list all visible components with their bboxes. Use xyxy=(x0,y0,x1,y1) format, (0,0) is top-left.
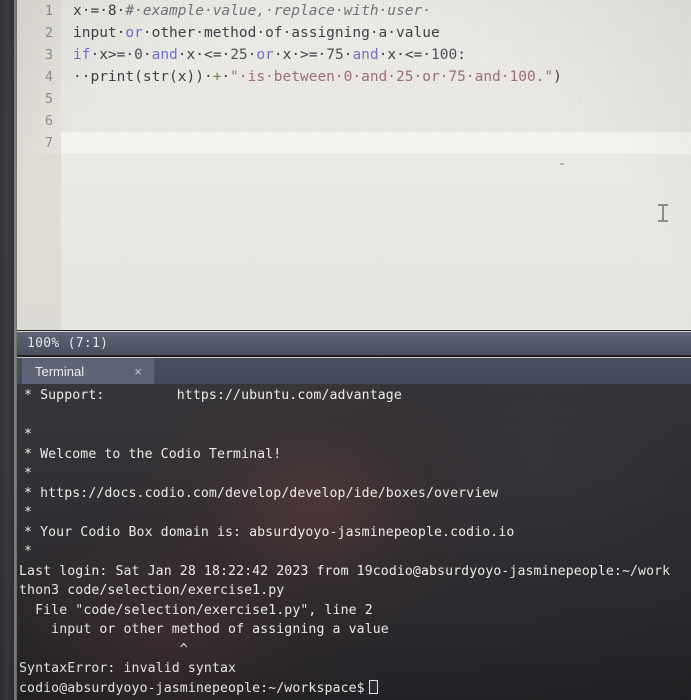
code-line[interactable]: 1 x·=·8·#·example·value,·replace·with·use… xyxy=(17,0,691,22)
text-ibeam-cursor xyxy=(658,203,668,223)
terminal-line: Last login: Sat Jan 28 18:22:42 2023 fro… xyxy=(19,563,671,579)
editor-surface[interactable]: 1 x·=·8·#·example·value,·replace·with·use… xyxy=(17,0,691,330)
screenshot-root: 1 x·=·8·#·example·value,·replace·with·use… xyxy=(0,0,691,700)
terminal-output-area[interactable]: * Support: https://ubuntu.com/advantage *… xyxy=(17,384,691,700)
terminal-line: * Your Codio Box domain is: absurdyoyo-j… xyxy=(24,524,515,540)
editor-empty-area[interactable] xyxy=(17,154,691,330)
terminal-line: * Support: https://ubuntu.com/advantage xyxy=(24,388,402,403)
code-token: #·example·value,·replace·with·user· xyxy=(125,3,431,19)
terminal-line: * xyxy=(24,427,33,442)
code-line[interactable]: 7 xyxy=(17,132,691,154)
code-token: input· xyxy=(73,25,126,41)
code-token: "·is·between·0·and·25·or·75·and·100." xyxy=(230,69,554,85)
line-number: 4 xyxy=(44,69,53,85)
terminal-tab-bar[interactable]: Terminal × xyxy=(17,357,691,385)
terminal-cursor xyxy=(368,679,378,694)
zoom-and-cursor-position: 100% (7:1) xyxy=(27,336,109,351)
terminal-line: * Welcome to the Codio Terminal! xyxy=(24,446,282,462)
terminal-lines: * Support: https://ubuntu.com/advantage *… xyxy=(17,384,691,698)
code-line-text: ··print(str(x))·+·"·is·between·0·and·25·… xyxy=(73,66,562,88)
terminal-prompt: codio@absurdyoyo-jasminepeople:~/workspa… xyxy=(19,680,365,696)
left-rail xyxy=(0,0,14,700)
code-token: · xyxy=(142,47,152,63)
code-token: 25 xyxy=(230,47,248,63)
code-token: and xyxy=(352,47,379,63)
code-token: ·x>=· xyxy=(90,47,135,63)
tab-terminal-label: Terminal xyxy=(35,364,85,379)
line-number: 6 xyxy=(44,113,53,129)
terminal-line: thon3 code/selection/exercise1.py xyxy=(19,583,285,598)
code-token: ·x·<=· xyxy=(177,47,231,63)
line-number: 3 xyxy=(44,47,53,63)
code-lines[interactable]: 1 x·=·8·#·example·value,·replace·with·use… xyxy=(17,0,691,154)
code-line[interactable]: 4 ··print(str(x))·+·"·is·between·0·and·25… xyxy=(17,66,691,88)
line-number: 2 xyxy=(44,25,53,41)
terminal-line: * xyxy=(24,544,33,559)
code-token: if xyxy=(73,47,91,63)
terminal-line: * https://docs.codio.com/develop/develop… xyxy=(24,485,499,501)
code-token: and xyxy=(151,47,178,63)
code-line[interactable]: 5 xyxy=(17,88,691,110)
code-line[interactable]: 6 xyxy=(17,110,691,132)
code-token: ··print(str(x))· xyxy=(73,69,213,85)
code-line-text: if·x>=·0·and·x·<=·25·or·x·>=·75·and·x·<=… xyxy=(73,44,466,66)
gutter-empty-area xyxy=(17,154,61,330)
code-token: ·x·>=· xyxy=(273,47,327,63)
code-token: : xyxy=(457,47,466,63)
line-number: 5 xyxy=(44,91,53,107)
editor-status-bar: 100% (7:1) xyxy=(17,331,691,355)
code-token: x·=·8· xyxy=(73,3,126,19)
code-token: or xyxy=(125,25,143,41)
terminal-line: File "code/selection/exercise1.py", line… xyxy=(19,602,373,618)
code-token: · xyxy=(221,69,231,85)
close-icon[interactable]: × xyxy=(134,364,154,379)
left-rail-divider xyxy=(14,0,17,700)
code-line-text: x·=·8·#·example·value,·replace·with·user… xyxy=(73,0,431,22)
code-token: ·x·<=· xyxy=(378,47,432,63)
code-line-text: input·or·other·method·of·assigning·a·val… xyxy=(73,22,440,44)
code-token: or xyxy=(256,47,274,63)
code-editor[interactable]: 1 x·=·8·#·example·value,·replace·with·use… xyxy=(17,0,691,330)
code-token: 0 xyxy=(134,47,143,63)
code-token: ·other·method·of·assigning·a·value xyxy=(142,25,440,41)
code-line[interactable]: 2 input·or·other·method·of·assigning·a·va… xyxy=(17,22,691,44)
tab-terminal[interactable]: Terminal × xyxy=(22,358,154,385)
line-number: 1 xyxy=(44,3,53,19)
code-token: ) xyxy=(553,69,562,85)
terminal-prompt-line[interactable]: codio@absurdyoyo-jasminepeople:~/workspa… xyxy=(17,679,691,699)
line-number: 7 xyxy=(44,135,53,151)
terminal-line: input or other method of assigning a val… xyxy=(19,622,389,637)
terminal-line: * xyxy=(24,466,33,481)
terminal-line: * xyxy=(24,505,33,520)
code-token: 100 xyxy=(431,47,458,63)
screen-dust-speck xyxy=(560,163,564,165)
terminal-panel[interactable]: Terminal × * Support: https://ubuntu.com… xyxy=(17,357,691,700)
terminal-line: SyntaxError: invalid syntax xyxy=(19,661,237,676)
code-token: 75 xyxy=(326,47,344,63)
terminal-line: ^ xyxy=(19,641,188,657)
code-line[interactable]: 3 if·x>=·0·and·x·<=·25·or·x·>=·75·and·x·<… xyxy=(17,44,691,66)
